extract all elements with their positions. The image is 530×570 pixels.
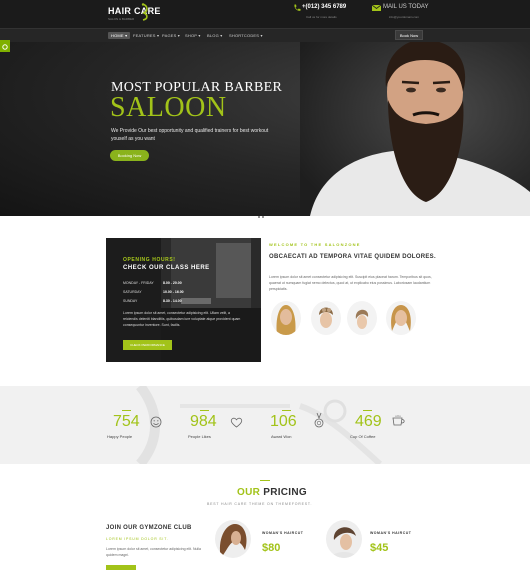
heart-icon: [230, 417, 243, 428]
booking-now-button[interactable]: Booking Now: [110, 150, 149, 161]
counter-label: Award Won: [271, 434, 292, 439]
portrait-photo: [311, 301, 341, 335]
hours-title: OPENING HOURS!: [123, 257, 176, 263]
nav-item-blog[interactable]: BLOG ▾: [207, 33, 222, 38]
hero-description: We Provide Our best opportunity and qual…: [111, 128, 269, 142]
check-performance-button[interactable]: CHECK PERFORMANCE: [123, 340, 172, 350]
haircut-photo: [215, 520, 251, 558]
price-value: $80: [262, 542, 281, 554]
price-value: $45: [370, 542, 389, 554]
pricing-title-rest: PRICING: [263, 487, 307, 498]
settings-side-tab[interactable]: [0, 40, 10, 52]
counter-value: 984: [190, 413, 217, 430]
hours-description: Lorem ipsum dolor sit amet, consectetur …: [123, 311, 241, 327]
hero-title: SALOON: [110, 92, 227, 123]
hours-time: 8.00 - 20.00: [163, 281, 182, 285]
pricing-subtitle: BEST HAIR CARE THEME ON THEMEFOREST.: [207, 502, 313, 506]
phone-subtext: Call us for more details: [306, 15, 337, 19]
hours-day: SATURDAY: [123, 290, 142, 294]
gear-icon: [2, 44, 8, 50]
counter-divider: [122, 410, 131, 411]
logo[interactable]: HAIR CARE: [108, 6, 161, 16]
slider-dot[interactable]: [258, 216, 260, 218]
main-nav: HOME ▾ FEATURES ▾ PAGES ▾ SHOP ▾ BLOG ▾ …: [0, 28, 530, 42]
counters-background-image: [0, 386, 530, 464]
haircut-photo: [326, 520, 362, 558]
price-label: WOMAN'S HAIRCUT: [370, 531, 412, 535]
pricing-divider: [260, 480, 270, 481]
hours-day: SUNDAY: [123, 299, 138, 303]
pricing-title-highlight: OUR: [237, 487, 261, 498]
book-now-button[interactable]: Book Now: [395, 30, 423, 40]
counter-value: 469: [355, 413, 382, 430]
hours-time: 8.30 - 14.00: [163, 299, 182, 303]
scissors-logo-icon: [141, 3, 148, 21]
hours-subtitle: CHECK OUR CLASS HERE: [123, 265, 210, 271]
phone-number[interactable]: +(012) 345 6789: [302, 4, 346, 10]
mail-label[interactable]: MAIL US TODAY: [383, 4, 428, 10]
smiley-icon: [150, 416, 162, 428]
top-bar: HAIR CARE SALON & BARBER +(012) 345 6789…: [0, 0, 530, 28]
club-kicker: LOREM IPSUM DOLOR SIT.: [106, 537, 169, 541]
hours-day: MONDAY - FRIDAY: [123, 281, 154, 285]
club-body: Lorem ipsum dolor sit amet, consectetur …: [106, 547, 201, 557]
mail-icon: [372, 5, 381, 11]
welcome-kicker: WELCOME TO THE SALONZONE: [269, 242, 361, 247]
counter-value: 106: [270, 413, 297, 430]
price-label: WOMAN'S HAIRCUT: [262, 531, 304, 535]
coffee-cup-icon: [392, 415, 405, 426]
nav-item-shortcodes[interactable]: SHORTCODES ▾: [229, 33, 263, 38]
slider-dot[interactable]: [262, 216, 264, 218]
club-title: JOIN OUR GYMZONE CLUB: [106, 525, 192, 531]
slider-dot-active[interactable]: [266, 216, 268, 218]
slider-dots: [258, 205, 270, 223]
logo-tagline: SALON & BARBER: [108, 17, 135, 21]
portrait-photo: [347, 301, 377, 335]
counter-label: People Likes: [188, 434, 211, 439]
nav-item-features[interactable]: FEATURES ▾: [133, 33, 159, 38]
portrait-photo: [386, 301, 416, 335]
pricing-title: OUR PRICING: [237, 487, 307, 498]
counter-label: Happy People: [107, 434, 133, 439]
welcome-title: OBCAECATI AD TEMPORA VITAE QUIDEM DOLORE…: [269, 254, 436, 260]
counter-label: Cup Of Coffee: [350, 434, 376, 439]
portrait-photo: [271, 301, 301, 335]
phone-icon: [294, 4, 301, 11]
counters-section: [0, 386, 530, 464]
nav-item-shop[interactable]: SHOP ▾: [185, 33, 201, 38]
medal-icon: [314, 413, 324, 428]
counter-divider: [282, 410, 291, 411]
welcome-body: Lorem ipsum dolor sit amet consectetur a…: [269, 275, 432, 291]
counter-divider: [363, 410, 372, 411]
hours-time: 10.00 - 16.00: [163, 290, 184, 294]
barber-photo: [300, 42, 530, 216]
club-button[interactable]: [106, 565, 136, 570]
counter-divider: [200, 410, 209, 411]
nav-item-pages[interactable]: PAGES ▾: [162, 33, 180, 38]
counter-value: 754: [113, 413, 140, 430]
mail-address[interactable]: info@yourdomain.com: [389, 15, 419, 19]
nav-item-home[interactable]: HOME ▾: [108, 32, 131, 39]
